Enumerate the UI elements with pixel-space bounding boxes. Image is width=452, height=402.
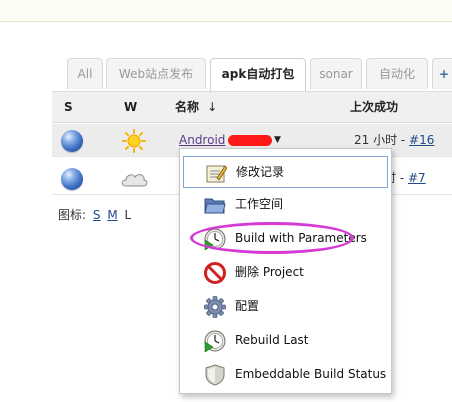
no-entry-icon <box>204 262 226 284</box>
blue-ball-status-icon <box>61 130 83 152</box>
menu-item-rebuild-last[interactable]: Rebuild Last <box>180 324 391 356</box>
build-link[interactable]: #7 <box>408 171 426 185</box>
build-link[interactable]: #16 <box>409 133 434 147</box>
column-last-success[interactable]: 上次成功 <box>350 92 398 122</box>
menu-item-embeddable-build-status[interactable]: Embeddable Build Status <box>180 358 391 390</box>
job-context-menu: 修改记录 工作空间 Build with Parameters 删除 Proje… <box>179 148 392 394</box>
folder-icon <box>204 198 226 214</box>
icon-size-small-link[interactable]: S <box>93 208 101 222</box>
blue-ball-status-icon <box>61 168 83 190</box>
tab-apk-build[interactable]: apk自动打包 <box>210 58 306 91</box>
add-view-tab[interactable]: + <box>432 58 452 89</box>
clock-play-icon <box>204 228 226 250</box>
job-table-header: S W 名称 ↓ 上次成功 <box>52 91 452 123</box>
sunny-icon <box>122 129 146 153</box>
tab-web-deploy[interactable]: Web站点发布 <box>106 58 206 89</box>
notepad-icon <box>206 165 227 183</box>
icon-size-medium-link[interactable]: M <box>107 208 117 222</box>
column-status[interactable]: S <box>64 92 73 122</box>
redaction-mark <box>228 135 272 146</box>
menu-item-build-with-parameters[interactable]: Build with Parameters <box>180 222 391 254</box>
top-header-bar <box>0 0 452 22</box>
tab-all[interactable]: All <box>67 58 103 89</box>
cloudy-icon <box>121 174 148 187</box>
menu-item-configure[interactable]: 配置 <box>180 290 391 322</box>
column-name[interactable]: 名称 ↓ <box>175 92 217 122</box>
clock-play-icon <box>204 330 226 352</box>
legend-label: 图标: <box>58 208 87 222</box>
icon-size-legend: 图标: S M L <box>58 206 131 223</box>
menu-item-workspace[interactable]: 工作空间 <box>180 188 391 220</box>
column-weather[interactable]: W <box>124 92 137 122</box>
menu-item-changes[interactable]: 修改记录 <box>183 156 388 188</box>
sort-arrow-icon: ↓ <box>207 100 218 114</box>
shield-icon <box>205 364 225 386</box>
column-name-label: 名称 <box>175 100 200 114</box>
tab-sonar[interactable]: sonar <box>310 58 362 89</box>
icon-size-large-current: L <box>124 208 132 222</box>
tab-automation[interactable]: 自动化 <box>366 58 428 89</box>
menu-item-delete-project[interactable]: 删除 Project <box>180 256 391 288</box>
gear-icon <box>204 296 226 318</box>
